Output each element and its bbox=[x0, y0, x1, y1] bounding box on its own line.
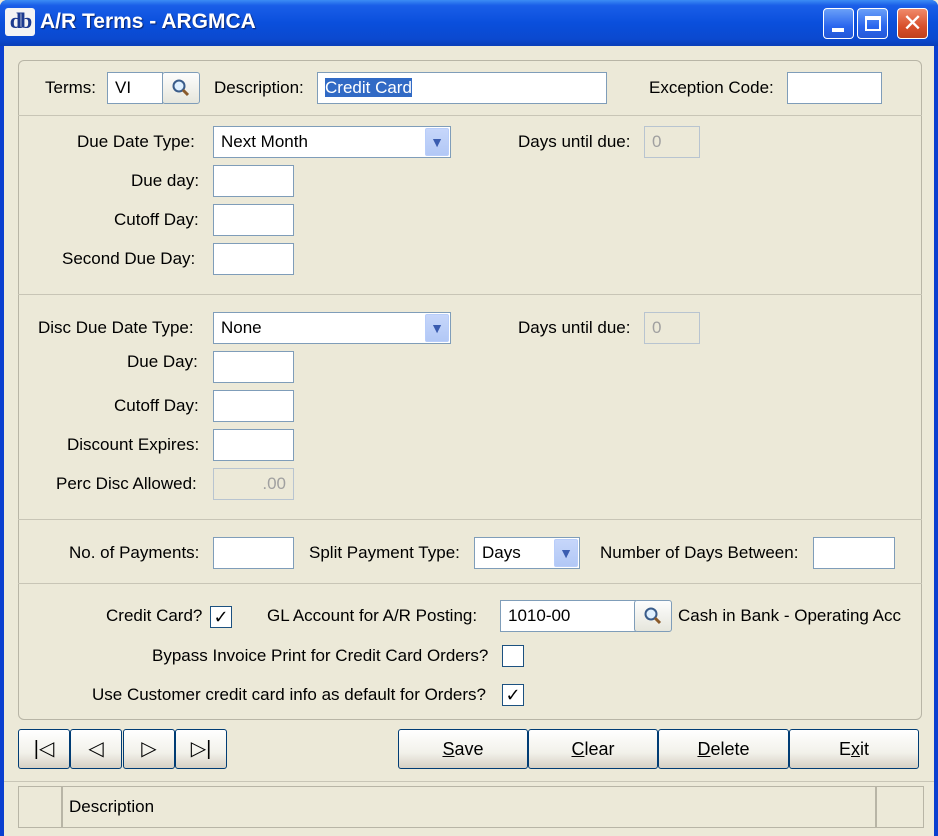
disc-cutoff-day-label: Cutoff Day: bbox=[114, 396, 199, 415]
discount-expires-input[interactable] bbox=[213, 429, 294, 461]
status-text: Description bbox=[62, 786, 876, 828]
disc-cutoff-day-input[interactable] bbox=[213, 390, 294, 422]
exit-button[interactable]: Exit bbox=[789, 729, 919, 769]
split-payment-type-select[interactable]: Days ▼ bbox=[474, 537, 580, 569]
use-customer-cc-checkbox[interactable]: ✓ bbox=[502, 684, 524, 706]
days-until-due-label: Days until due: bbox=[518, 132, 631, 151]
first-icon: |◁ bbox=[33, 738, 55, 760]
next-icon: ▷ bbox=[141, 738, 157, 760]
window: db A/R Terms - ARGMCA ✕ Terms: VI Descri… bbox=[0, 0, 938, 836]
save-button[interactable]: Save bbox=[398, 729, 528, 769]
title-bar[interactable]: db A/R Terms - ARGMCA ✕ bbox=[0, 0, 938, 46]
next-record-button[interactable]: ▷ bbox=[123, 729, 175, 769]
gl-account-input[interactable]: 1010-00 bbox=[500, 600, 636, 632]
split-payment-type-value: Days bbox=[482, 543, 521, 562]
app-logo-icon: db bbox=[5, 8, 35, 36]
exception-code-label: Exception Code: bbox=[649, 78, 774, 97]
exit-label-end: it bbox=[860, 739, 869, 759]
disc-due-date-type-select[interactable]: None ▼ bbox=[213, 312, 451, 344]
credit-card-label: Credit Card? bbox=[106, 606, 203, 625]
terms-label: Terms: bbox=[45, 78, 96, 97]
divider bbox=[18, 583, 922, 584]
status-panel-right bbox=[876, 786, 924, 828]
previous-record-button[interactable]: ◁ bbox=[70, 729, 122, 769]
close-icon: ✕ bbox=[902, 9, 923, 37]
bypass-invoice-checkbox[interactable] bbox=[502, 645, 524, 667]
cutoff-day-input[interactable] bbox=[213, 204, 294, 236]
maximize-button[interactable] bbox=[857, 8, 888, 39]
previous-icon: ◁ bbox=[88, 738, 104, 760]
second-due-day-label: Second Due Day: bbox=[62, 249, 196, 268]
description-label: Description: bbox=[214, 78, 304, 97]
gl-account-description: Cash in Bank - Operating Acc bbox=[678, 606, 902, 625]
save-label: ave bbox=[454, 739, 484, 759]
magnifier-icon bbox=[644, 607, 662, 625]
clear-mnemonic: C bbox=[571, 739, 585, 759]
delete-button[interactable]: Delete bbox=[658, 729, 789, 769]
first-record-button[interactable]: |◁ bbox=[18, 729, 70, 769]
maximize-icon bbox=[865, 16, 881, 31]
disc-due-date-type-value: None bbox=[221, 318, 262, 337]
last-icon: ▷| bbox=[190, 738, 212, 760]
cutoff-day-label: Cutoff Day: bbox=[114, 210, 199, 229]
due-date-type-label: Due Date Type: bbox=[77, 132, 195, 151]
perc-disc-allowed-label: Perc Disc Allowed: bbox=[56, 474, 197, 493]
chevron-down-icon[interactable]: ▼ bbox=[425, 128, 449, 156]
minimize-button[interactable] bbox=[823, 8, 854, 39]
divider bbox=[18, 294, 922, 295]
credit-card-checkbox[interactable]: ✓ bbox=[210, 606, 232, 628]
disc-days-until-due-label: Days until due: bbox=[518, 318, 631, 337]
days-until-due-input: 0 bbox=[644, 126, 700, 158]
delete-label: elete bbox=[710, 739, 750, 759]
divider bbox=[18, 115, 922, 116]
divider bbox=[18, 519, 922, 520]
exit-label-start: E bbox=[838, 739, 851, 759]
last-record-button[interactable]: ▷| bbox=[175, 729, 227, 769]
no-of-payments-label: No. of Payments: bbox=[69, 543, 200, 562]
second-due-day-input[interactable] bbox=[213, 243, 294, 275]
clear-button[interactable]: Clear bbox=[528, 729, 658, 769]
minimize-icon bbox=[832, 28, 844, 32]
disc-due-day-label: Due Day: bbox=[127, 352, 198, 371]
bypass-invoice-label: Bypass Invoice Print for Credit Card Ord… bbox=[152, 646, 489, 665]
due-day-label: Due day: bbox=[131, 171, 200, 190]
close-button[interactable]: ✕ bbox=[897, 8, 928, 39]
due-day-input[interactable] bbox=[213, 165, 294, 197]
use-customer-cc-label: Use Customer credit card info as default… bbox=[92, 685, 486, 704]
due-date-type-select[interactable]: Next Month ▼ bbox=[213, 126, 451, 158]
description-input[interactable]: Credit Card bbox=[317, 72, 607, 104]
perc-disc-allowed-input: .00 bbox=[213, 468, 294, 500]
description-value: Credit Card bbox=[325, 78, 412, 97]
gl-account-lookup-button[interactable] bbox=[634, 600, 672, 632]
check-icon: ✓ bbox=[505, 685, 521, 705]
gl-account-label: GL Account for A/R Posting: bbox=[267, 606, 478, 625]
terms-input[interactable]: VI bbox=[107, 72, 163, 104]
status-bar: Description bbox=[4, 781, 934, 836]
disc-due-day-input[interactable] bbox=[213, 351, 294, 383]
window-title: A/R Terms - ARGMCA bbox=[40, 10, 256, 33]
clear-label: lear bbox=[584, 739, 615, 759]
no-of-payments-input[interactable] bbox=[213, 537, 294, 569]
discount-expires-label: Discount Expires: bbox=[67, 435, 200, 454]
terms-lookup-button[interactable] bbox=[162, 72, 200, 104]
disc-days-until-due-input: 0 bbox=[644, 312, 700, 344]
split-payment-type-label: Split Payment Type: bbox=[309, 543, 460, 562]
disc-due-date-type-label: Disc Due Date Type: bbox=[38, 318, 194, 337]
chevron-down-icon[interactable]: ▼ bbox=[554, 539, 578, 567]
due-date-type-value: Next Month bbox=[221, 132, 308, 151]
chevron-down-icon[interactable]: ▼ bbox=[425, 314, 449, 342]
delete-mnemonic: D bbox=[697, 739, 711, 759]
status-panel-left bbox=[18, 786, 62, 828]
exit-mnemonic: x bbox=[851, 739, 860, 759]
days-between-input[interactable] bbox=[813, 537, 895, 569]
exception-code-input[interactable] bbox=[787, 72, 882, 104]
save-mnemonic: S bbox=[442, 739, 455, 759]
client-area: Terms: VI Description: Credit Card Excep… bbox=[4, 46, 934, 836]
days-between-label: Number of Days Between: bbox=[600, 543, 799, 562]
check-icon: ✓ bbox=[213, 607, 229, 627]
magnifier-icon bbox=[172, 79, 190, 97]
